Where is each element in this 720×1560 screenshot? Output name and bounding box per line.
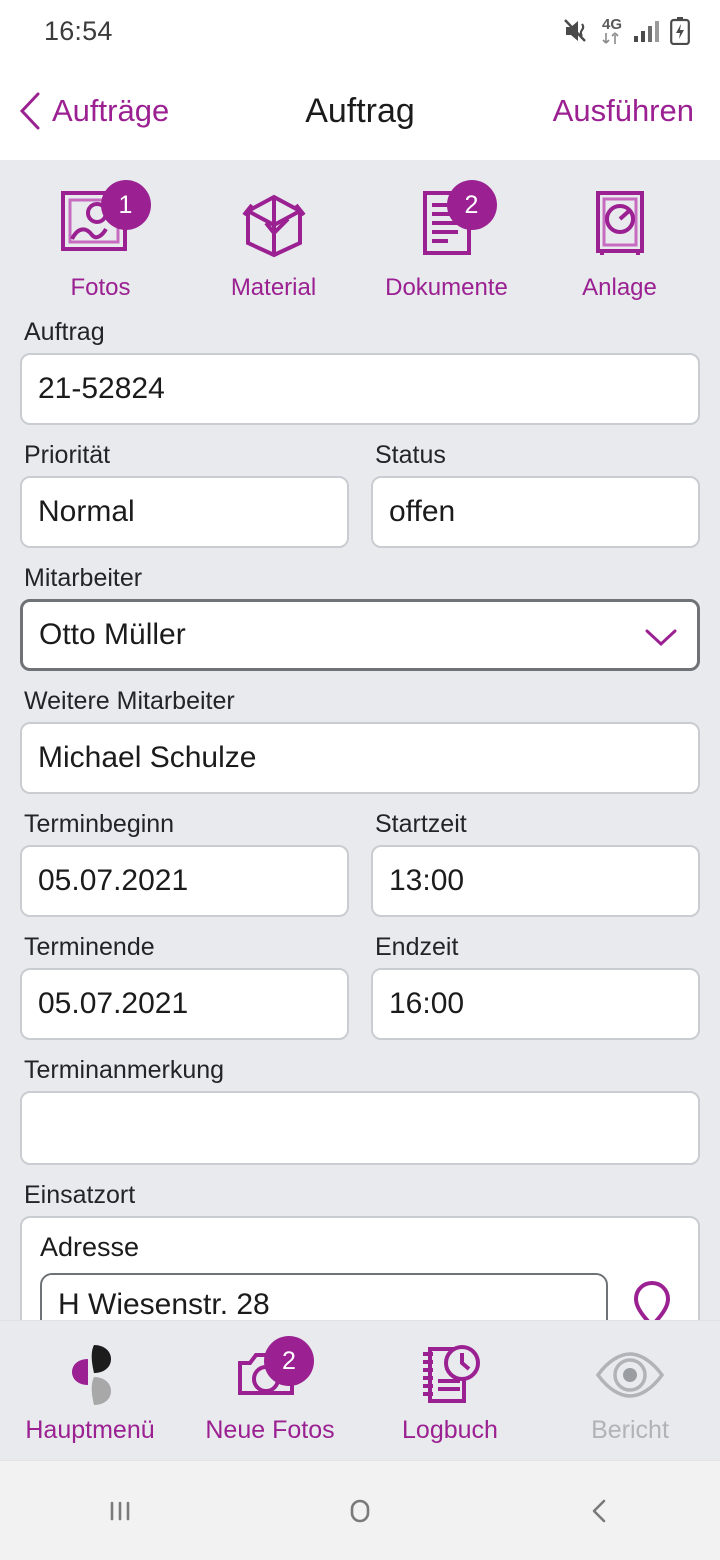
tab-fotos-badge: 1 (100, 180, 151, 230)
input-prioritaet[interactable]: Normal (20, 476, 349, 548)
tab-dokumente-badge: 2 (446, 180, 497, 230)
label-startzeit: Startzeit (375, 810, 467, 838)
tab-anlage-label: Anlage (582, 274, 657, 301)
status-bar: 16:54 4G (0, 0, 720, 62)
input-status[interactable]: offen (371, 476, 700, 548)
input-startzeit[interactable]: 13:00 (371, 845, 700, 917)
input-weitere-mitarbeiter[interactable]: Michael Schulze (20, 722, 700, 794)
bottom-item-neue-fotos[interactable]: 2 Neue Fotos (180, 1336, 360, 1445)
gauge-device-icon (568, 178, 672, 270)
tab-material-label: Material (230, 274, 317, 301)
order-form: Auftrag 21-52824 Priorität Normal Status… (0, 308, 720, 1320)
field-einsatzort: Einsatzort Adresse H Wiesenstr. 28 (20, 1181, 700, 1320)
input-auftrag[interactable]: 21-52824 (20, 353, 700, 425)
input-endzeit[interactable]: 16:00 (371, 968, 700, 1040)
label-endzeit: Endzeit (375, 933, 459, 961)
map-pin-icon[interactable] (624, 1275, 680, 1320)
label-terminende: Terminende (24, 933, 155, 961)
network-type-label: 4G (601, 16, 622, 33)
field-terminende: Terminende 05.07.2021 (20, 933, 349, 1040)
field-mitarbeiter: Mitarbeiter Otto Müller (20, 564, 700, 671)
photo-frame-icon: 1 (49, 178, 153, 270)
adresse-row: H Wiesenstr. 28 (40, 1273, 680, 1320)
label-einsatzort: Einsatzort (24, 1181, 136, 1209)
camera-icon: 2 (222, 1336, 318, 1414)
tab-anlage[interactable]: Anlage (533, 178, 706, 302)
open-box-icon (222, 178, 326, 270)
field-auftrag: Auftrag 21-52824 (20, 318, 700, 425)
label-terminanmerkung: Terminanmerkung (24, 1056, 225, 1084)
back-icon[interactable] (540, 1493, 660, 1529)
field-status: Status offen (371, 441, 700, 548)
field-terminanmerkung: Terminanmerkung (20, 1056, 700, 1165)
app-logo-icon (42, 1336, 138, 1414)
chevron-left-icon (18, 91, 42, 131)
select-mitarbeiter-value: Otto Müller (39, 618, 186, 651)
tab-fotos[interactable]: 1 Fotos (14, 178, 187, 302)
execute-button[interactable]: Ausführen (553, 93, 694, 129)
tab-fotos-label: Fotos (70, 274, 131, 301)
bottom-item-bericht-label: Bericht (591, 1416, 669, 1444)
input-adresse[interactable]: H Wiesenstr. 28 (40, 1273, 608, 1320)
input-terminende[interactable]: 05.07.2021 (20, 968, 349, 1040)
bottom-item-hauptmenue-label: Hauptmenü (25, 1416, 155, 1444)
field-prioritaet: Priorität Normal (20, 441, 349, 548)
bottom-item-neue-fotos-label: Neue Fotos (205, 1416, 335, 1444)
tab-material[interactable]: Material (187, 178, 360, 302)
tab-dokumente-label: Dokumente (385, 274, 508, 301)
home-icon[interactable] (300, 1493, 420, 1529)
label-mitarbeiter: Mitarbeiter (24, 564, 143, 592)
input-terminbeginn[interactable]: 05.07.2021 (20, 845, 349, 917)
data-transfer-icon: 4G (600, 17, 624, 45)
field-weitere-mitarbeiter: Weitere Mitarbeiter Michael Schulze (20, 687, 700, 794)
label-auftrag: Auftrag (24, 318, 105, 346)
label-terminbeginn: Terminbeginn (24, 810, 175, 838)
input-terminanmerkung[interactable] (20, 1091, 700, 1165)
label-status: Status (375, 441, 446, 469)
row-prioritaet-status: Priorität Normal Status offen (20, 441, 700, 564)
bottom-item-logbuch-label: Logbuch (402, 1416, 498, 1444)
quick-tabs: 1 Fotos Material 2 Dokumente Anlage (0, 160, 720, 308)
label-adresse: Adresse (40, 1232, 140, 1262)
recents-icon[interactable] (60, 1493, 180, 1529)
einsatzort-card: Adresse H Wiesenstr. 28 (20, 1216, 700, 1320)
signal-bars-icon (633, 19, 661, 43)
bottom-item-hauptmenue[interactable]: Hauptmenü (0, 1336, 180, 1445)
back-button-label: Aufträge (52, 93, 170, 128)
field-terminbeginn: Terminbeginn 05.07.2021 (20, 810, 349, 917)
bottom-item-logbuch[interactable]: Logbuch (360, 1336, 540, 1445)
label-weitere-mitarbeiter: Weitere Mitarbeiter (24, 687, 235, 715)
select-mitarbeiter[interactable]: Otto Müller (20, 599, 700, 671)
label-prioritaet: Priorität (24, 441, 111, 469)
notebook-clock-icon (402, 1336, 498, 1414)
document-icon: 2 (395, 178, 499, 270)
navigation-header: Aufträge Auftrag Ausführen (0, 62, 720, 160)
android-nav-bar (0, 1460, 720, 1560)
row-terminbeginn-startzeit: Terminbeginn 05.07.2021 Startzeit 13:00 (20, 810, 700, 933)
eye-icon (582, 1336, 678, 1414)
chevron-down-icon (641, 623, 681, 647)
back-button[interactable]: Aufträge (18, 91, 169, 131)
bottom-item-bericht: Bericht (540, 1336, 720, 1445)
field-endzeit: Endzeit 16:00 (371, 933, 700, 1040)
phone-screen: 16:54 4G Aufträge Auftrag Ausführen 1 Fo… (0, 0, 720, 1560)
tab-dokumente[interactable]: 2 Dokumente (360, 178, 533, 302)
row-terminende-endzeit: Terminende 05.07.2021 Endzeit 16:00 (20, 933, 700, 1056)
battery-charging-icon (670, 17, 690, 45)
status-icons: 4G (563, 17, 690, 45)
main-content: 1 Fotos Material 2 Dokumente Anlage Auft… (0, 160, 720, 1320)
field-startzeit: Startzeit 13:00 (371, 810, 700, 917)
status-time: 16:54 (44, 15, 113, 46)
mute-vibrate-icon (563, 17, 591, 45)
bottom-toolbar: Hauptmenü 2 Neue Fotos Logbuch Bericht (0, 1320, 720, 1460)
bottom-item-neue-fotos-badge: 2 (264, 1336, 314, 1386)
